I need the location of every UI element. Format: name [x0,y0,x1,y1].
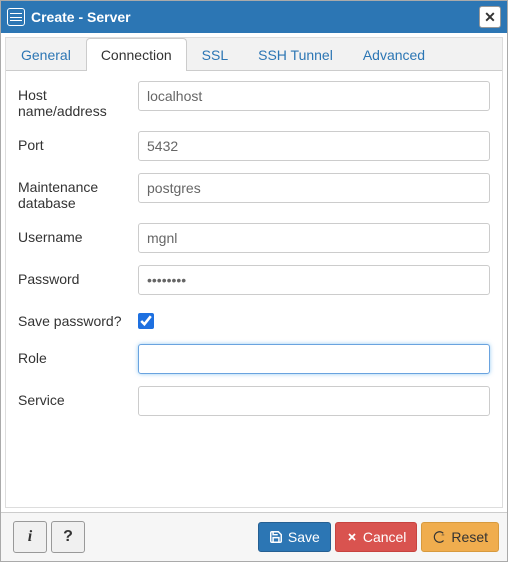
row-role: Role [18,344,490,374]
row-port: Port [18,131,490,161]
label-savepw: Save password? [18,307,138,329]
save-password-checkbox[interactable] [138,313,154,329]
label-maintdb: Maintenance database [18,173,138,211]
connection-form: Host name/address Port Maintenance datab… [6,71,502,507]
host-input[interactable] [138,81,490,111]
dialog-footer: i ? Save Cancel Reset [1,512,507,561]
save-button[interactable]: Save [258,522,331,552]
service-input[interactable] [138,386,490,416]
help-button[interactable]: ? [51,521,85,553]
tab-connection[interactable]: Connection [86,38,187,71]
help-icon: ? [63,528,73,546]
label-username: Username [18,223,138,245]
row-maintdb: Maintenance database [18,173,490,211]
maintenance-db-input[interactable] [138,173,490,203]
row-service: Service [18,386,490,416]
close-button[interactable]: ✕ [479,6,501,28]
server-icon [7,8,25,26]
dialog-title: Create - Server [31,9,479,25]
tab-ssh-tunnel[interactable]: SSH Tunnel [243,38,348,71]
row-savepw: Save password? [18,307,490,332]
reset-button[interactable]: Reset [421,522,499,552]
row-username: Username [18,223,490,253]
dialog-body: General Connection SSL SSH Tunnel Advanc… [5,37,503,508]
tab-general[interactable]: General [6,38,86,71]
save-label: Save [288,529,320,545]
reset-label: Reset [451,529,488,545]
tab-advanced[interactable]: Advanced [348,38,440,71]
label-port: Port [18,131,138,153]
reset-icon [432,530,446,544]
label-host: Host name/address [18,81,138,119]
info-button[interactable]: i [13,521,47,553]
label-role: Role [18,344,138,366]
username-input[interactable] [138,223,490,253]
tab-ssl[interactable]: SSL [187,38,243,71]
tab-bar: General Connection SSL SSH Tunnel Advanc… [6,38,502,71]
label-service: Service [18,386,138,408]
cancel-button[interactable]: Cancel [335,522,418,552]
save-icon [269,530,283,544]
titlebar: Create - Server ✕ [1,1,507,33]
label-password: Password [18,265,138,287]
close-icon: ✕ [484,9,496,26]
cancel-icon [346,531,358,543]
row-host: Host name/address [18,81,490,119]
cancel-label: Cancel [363,529,407,545]
row-password: Password [18,265,490,295]
password-input[interactable] [138,265,490,295]
create-server-dialog: Create - Server ✕ General Connection SSL… [0,0,508,562]
info-icon: i [28,528,32,546]
role-input[interactable] [138,344,490,374]
port-input[interactable] [138,131,490,161]
